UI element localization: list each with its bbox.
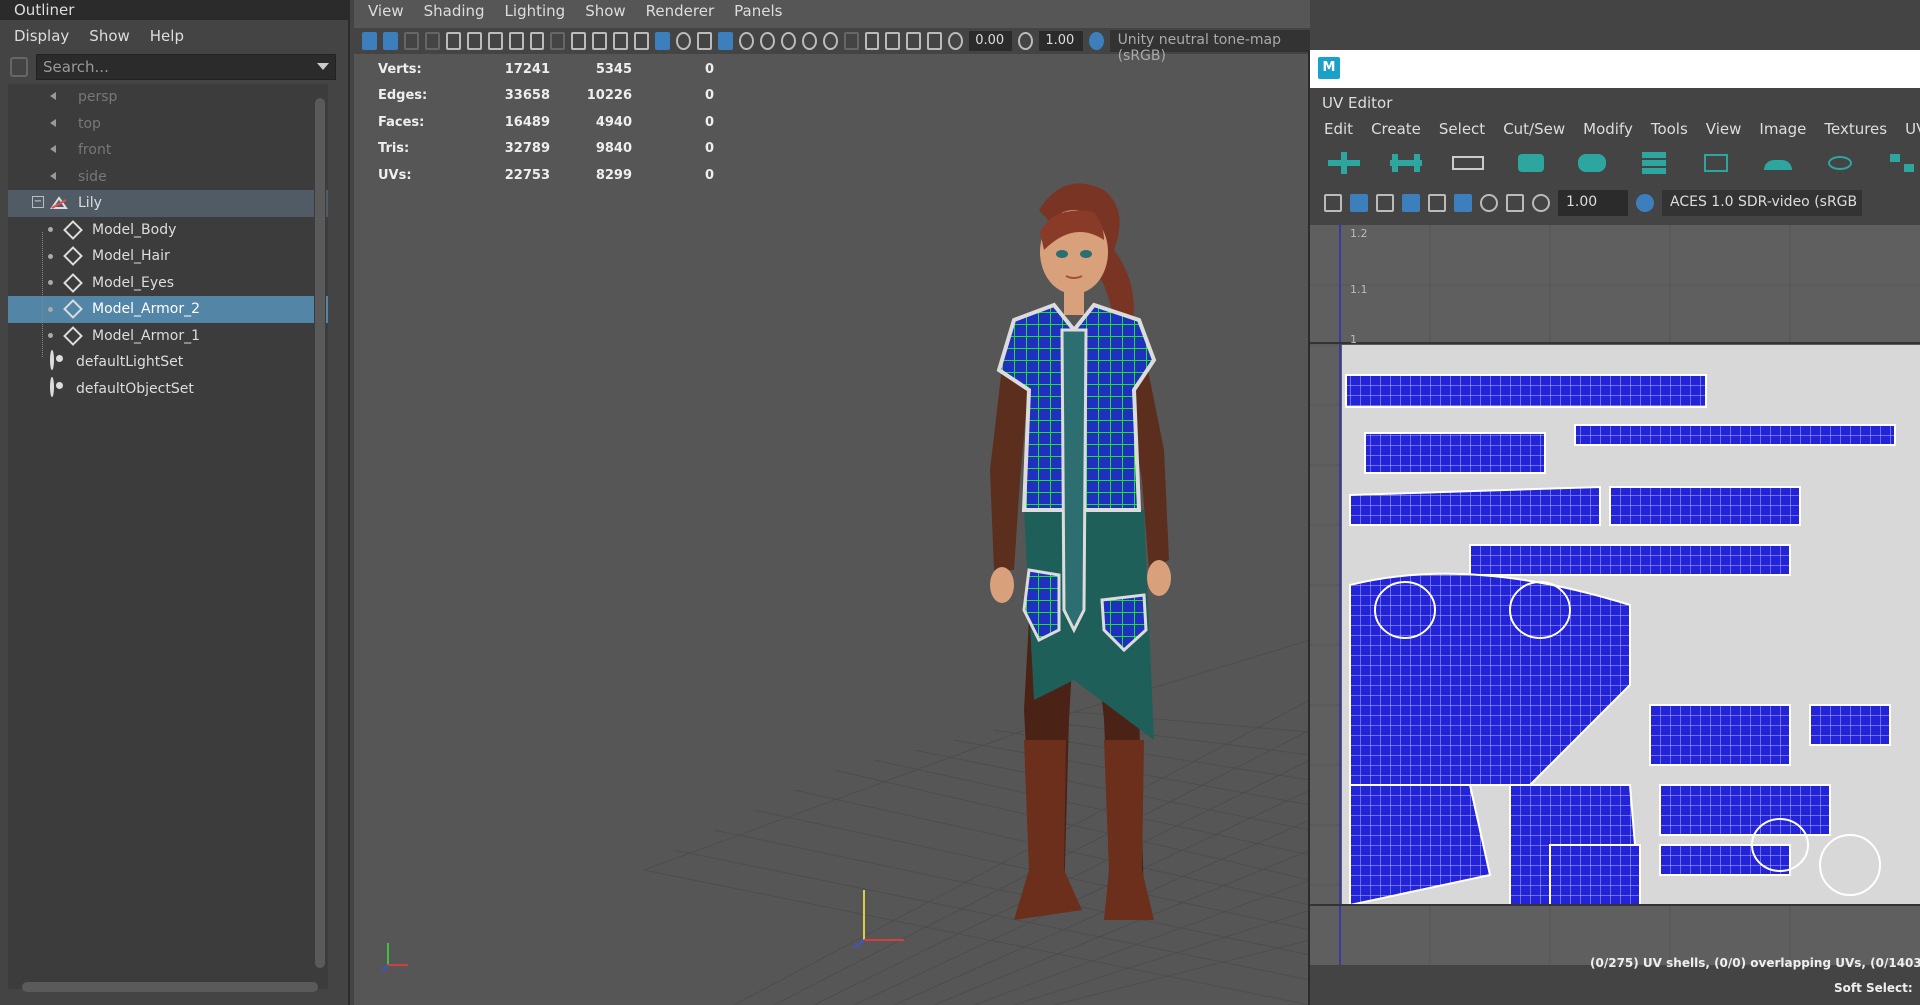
- group-icon: [50, 196, 68, 210]
- color-management-icon[interactable]: [1636, 194, 1654, 212]
- maya-logo-icon: M: [1318, 57, 1340, 79]
- menu-create[interactable]: Create: [1371, 120, 1421, 138]
- pixel-snap-icon[interactable]: [1480, 194, 1498, 212]
- snapshot-icon[interactable]: [1506, 194, 1524, 212]
- menu-uv-sets[interactable]: UV Se: [1905, 120, 1920, 138]
- straighten-uvs-icon[interactable]: [1696, 150, 1736, 176]
- uv-editor-toolbar-top: [1324, 150, 1920, 176]
- collapse-icon[interactable]: −: [32, 196, 44, 208]
- uv-canvas[interactable]: 1.2 1.1 1: [1310, 225, 1920, 965]
- outliner-title: Outliner: [0, 0, 348, 20]
- chevron-down-icon[interactable]: [317, 63, 329, 70]
- world-axis-icon: [854, 890, 904, 950]
- uv-grid-label-1-2: 1.2: [1350, 227, 1368, 240]
- texture-borders-icon[interactable]: [1376, 194, 1394, 212]
- menu-select[interactable]: Select: [1439, 120, 1485, 138]
- layout-icon[interactable]: [1882, 150, 1920, 176]
- uv-gamma-field[interactable]: 1.00: [1558, 190, 1628, 216]
- uv-grid-label-1: 1: [1350, 333, 1357, 346]
- tree-item-default-object-set[interactable]: defaultObjectSet: [8, 376, 328, 403]
- hud-row-faces: Faces: 16489 4940 0: [378, 114, 714, 130]
- uv-editor-window: M UV Editor Edit Create Select Cut/Sew M…: [1308, 50, 1920, 1005]
- uv-editor-titlebar[interactable]: M: [1310, 50, 1920, 88]
- tree-item-persp[interactable]: persp: [8, 84, 328, 111]
- menu-modify[interactable]: Modify: [1583, 120, 1633, 138]
- hud-row-edges: Edges: 33658 10226 0: [378, 88, 714, 104]
- unfold-icon[interactable]: [1758, 150, 1798, 176]
- hud-row-verts: Verts: 17241 5345 0: [378, 61, 714, 77]
- hud-row-tris: Tris: 32789 9840 0: [378, 141, 714, 157]
- tree-item-front[interactable]: front: [8, 137, 328, 164]
- uv-view-transform-dropdown[interactable]: ACES 1.0 SDR-video (sRGB: [1662, 190, 1862, 216]
- uv-editor-menubar: Edit Create Select Cut/Sew Modify Tools …: [1324, 120, 1920, 138]
- tree-item-lily[interactable]: − Lily: [8, 190, 328, 217]
- tree-item-top[interactable]: top: [8, 111, 328, 138]
- tree-item-model-eyes[interactable]: Model_Eyes: [8, 270, 328, 297]
- tree-item-side[interactable]: side: [8, 164, 328, 191]
- tree-item-model-body[interactable]: Model_Body: [8, 217, 328, 244]
- tree-item-model-armor-2[interactable]: Model_Armor_2: [8, 296, 328, 323]
- tree-item-default-light-set[interactable]: defaultLightSet: [8, 349, 328, 376]
- menu-show[interactable]: Show: [89, 27, 129, 45]
- outliner-menubar: Display Show Help: [0, 20, 348, 52]
- menu-cut-sew[interactable]: Cut/Sew: [1503, 120, 1565, 138]
- menu-help[interactable]: Help: [150, 27, 184, 45]
- panel-grip-icon[interactable]: [10, 57, 28, 77]
- flip-u-icon[interactable]: [1324, 150, 1364, 176]
- rotate-cw-icon[interactable]: [1572, 150, 1612, 176]
- viewport-panel[interactable]: View Shading Lighting Show Renderer Pane…: [354, 0, 1310, 1005]
- view-axis-gizmo-icon: [381, 943, 408, 972]
- poly-count-hud: Verts: 17241 5345 0 Edges: 33658 10226 0 Faces…: [378, 56, 714, 189]
- flip-v-icon[interactable]: [1386, 150, 1426, 176]
- display-grid-icon[interactable]: [1324, 194, 1342, 212]
- character-model-lily[interactable]: [954, 180, 1214, 980]
- tree-item-model-hair[interactable]: Model_Hair: [8, 243, 328, 270]
- uv-editor-toolbar-bottom: 1.00 ACES 1.0 SDR-video (sRGB: [1324, 190, 1862, 216]
- stack-shells-icon[interactable]: [1634, 150, 1674, 176]
- menu-edit[interactable]: Edit: [1324, 120, 1353, 138]
- soft-select-label: Soft Select:: [1834, 981, 1913, 995]
- distortion-icon[interactable]: [1428, 194, 1446, 212]
- set-icon: [50, 350, 54, 370]
- outliner-search-row: Search...: [0, 52, 348, 82]
- set-icon: [50, 376, 54, 397]
- menu-display[interactable]: Display: [14, 27, 69, 45]
- outliner-tree: persp top front side − Lily Model_Body M…: [8, 84, 328, 989]
- menu-image[interactable]: Image: [1759, 120, 1806, 138]
- orient-shells-icon[interactable]: [1820, 150, 1860, 176]
- grid-toggle-icon[interactable]: [1454, 194, 1472, 212]
- menu-tools[interactable]: Tools: [1651, 120, 1688, 138]
- outliner-horizontal-scrollbar[interactable]: [8, 980, 328, 994]
- outliner-panel: Outliner Display Show Help Search... per…: [0, 0, 350, 1005]
- rotate-ccw-icon[interactable]: [1510, 150, 1550, 176]
- uv-editor-title: UV Editor: [1322, 94, 1393, 112]
- hud-row-uvs: UVs: 22753 8299 0: [378, 167, 714, 183]
- uv-grid-label-1-1: 1.1: [1350, 283, 1368, 296]
- menu-textures[interactable]: Textures: [1824, 120, 1887, 138]
- menu-view[interactable]: View: [1706, 120, 1742, 138]
- gamma-icon[interactable]: [1532, 194, 1550, 212]
- search-placeholder: Search...: [43, 58, 109, 76]
- checker-map-icon[interactable]: [1402, 194, 1420, 212]
- tree-item-model-armor-1[interactable]: Model_Armor_1: [8, 323, 328, 350]
- cut-uv-edges-icon[interactable]: [1448, 150, 1488, 176]
- uv-status-line: (0/275) UV shells, (0/0) overlapping UVs…: [1590, 956, 1920, 970]
- search-input[interactable]: Search...: [36, 54, 336, 80]
- shaded-uv-icon[interactable]: [1350, 194, 1368, 212]
- outliner-vertical-scrollbar[interactable]: [314, 84, 326, 989]
